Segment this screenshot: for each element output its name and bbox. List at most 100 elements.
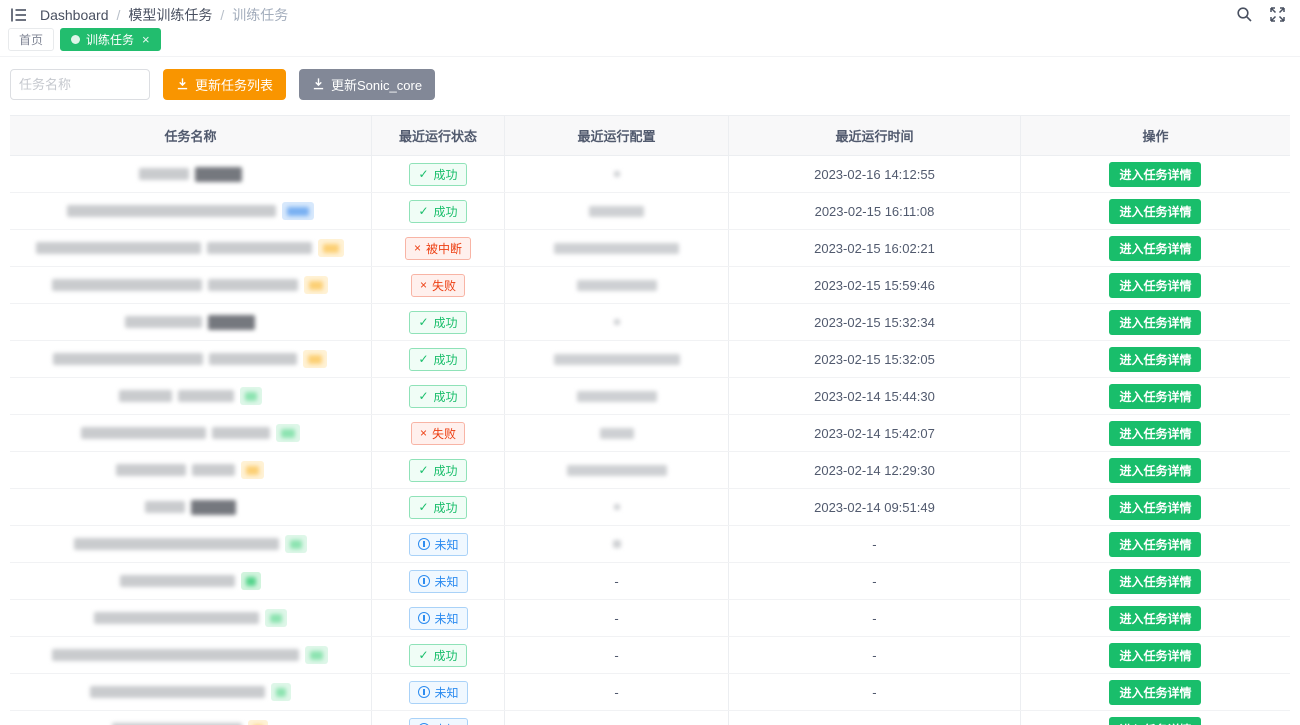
task-name-cell bbox=[10, 526, 371, 562]
task-name-cell bbox=[10, 156, 371, 192]
action-cell: 进入任务详情 bbox=[1020, 674, 1290, 710]
column-header-actions: 操作 bbox=[1020, 116, 1290, 155]
masked-task-name bbox=[52, 279, 202, 291]
tags-bar: 首页 训练任务 × bbox=[0, 27, 1300, 57]
breadcrumb-item-model-training[interactable]: 模型训练任务 bbox=[128, 5, 212, 25]
masked-task-name bbox=[209, 353, 297, 365]
status-badge: ✓ 成功 bbox=[409, 163, 466, 186]
config-cell: - bbox=[504, 637, 728, 673]
table-row: ✓成功2023-02-14 15:44:30进入任务详情 bbox=[10, 378, 1290, 415]
action-cell: 进入任务详情 bbox=[1020, 267, 1290, 303]
masked-config bbox=[567, 465, 667, 476]
status-label: 成功 bbox=[434, 351, 458, 368]
status-cell: ✓ 成功 bbox=[371, 156, 504, 192]
time-cell: - bbox=[728, 711, 1020, 725]
table-row: 未知 - 进入任务详情 bbox=[10, 526, 1290, 563]
task-tag-green bbox=[265, 609, 287, 627]
enter-task-detail-button[interactable]: 进入任务详情 bbox=[1109, 421, 1201, 446]
task-tag-green bbox=[285, 535, 307, 553]
task-name-cell bbox=[10, 267, 371, 303]
enter-task-detail-button[interactable]: 进入任务详情 bbox=[1109, 717, 1201, 725]
enter-task-detail-button[interactable]: 进入任务详情 bbox=[1109, 310, 1201, 335]
table-row: ✓成功2023-02-14 09:51:49进入任务详情 bbox=[10, 489, 1290, 526]
time-cell: 2023-02-15 16:11:08 bbox=[728, 193, 1020, 229]
search-icon[interactable] bbox=[1236, 6, 1253, 23]
status-cell: 未知 bbox=[371, 711, 504, 725]
status-badge: ✓成功 bbox=[409, 385, 466, 408]
enter-task-detail-button[interactable]: 进入任务详情 bbox=[1109, 347, 1201, 372]
task-name-input[interactable] bbox=[10, 69, 150, 100]
info-circle-icon bbox=[418, 575, 430, 587]
menu-collapse-icon[interactable] bbox=[10, 7, 28, 23]
status-badge: 未知 bbox=[409, 570, 468, 593]
status-label: 成功 bbox=[434, 166, 458, 183]
check-icon: ✓ bbox=[418, 501, 428, 513]
update-task-list-button[interactable]: 更新任务列表 bbox=[163, 69, 286, 100]
status-cell: ✓成功 bbox=[371, 193, 504, 229]
enter-task-detail-button[interactable]: 进入任务详情 bbox=[1109, 643, 1201, 668]
masked-tag-text bbox=[281, 429, 295, 438]
enter-task-detail-button[interactable]: 进入任务详情 bbox=[1109, 236, 1201, 261]
info-circle-icon bbox=[418, 686, 430, 698]
check-icon: ✓ bbox=[418, 168, 428, 180]
task-tag-yellow bbox=[248, 720, 268, 725]
breadcrumb-item-training-tasks: 训练任务 bbox=[232, 5, 288, 25]
enter-task-detail-button[interactable]: 进入任务详情 bbox=[1109, 273, 1201, 298]
enter-task-detail-button[interactable]: 进入任务详情 bbox=[1109, 606, 1201, 631]
fullscreen-icon[interactable] bbox=[1269, 6, 1286, 23]
action-cell: 进入任务详情 bbox=[1020, 341, 1290, 377]
config-cell: - bbox=[504, 563, 728, 599]
masked-task-name bbox=[145, 501, 185, 513]
masked-config bbox=[589, 206, 644, 217]
task-tag-green bbox=[271, 683, 291, 701]
action-cell: 进入任务详情 bbox=[1020, 526, 1290, 562]
enter-task-detail-button[interactable]: 进入任务详情 bbox=[1109, 680, 1201, 705]
masked-config bbox=[577, 280, 657, 291]
info-circle-icon bbox=[418, 538, 430, 550]
column-header-task-name: 任务名称 bbox=[10, 116, 371, 155]
enter-task-detail-button[interactable]: 进入任务详情 bbox=[1109, 569, 1201, 594]
task-tag-green_bright bbox=[241, 572, 261, 590]
enter-task-detail-button[interactable]: 进入任务详情 bbox=[1109, 162, 1201, 187]
task-name-cell bbox=[10, 378, 371, 414]
time-cell: - bbox=[728, 674, 1020, 710]
task-tag-yellow bbox=[304, 276, 328, 294]
status-label: 失败 bbox=[432, 425, 456, 442]
table-row: ✓成功--进入任务详情 bbox=[10, 637, 1290, 674]
tab-label: 训练任务 bbox=[86, 31, 134, 48]
status-badge: ×失败 bbox=[411, 422, 465, 445]
info-circle-icon bbox=[418, 612, 430, 624]
time-cell: 2023-02-16 14:12:55 bbox=[728, 156, 1020, 192]
task-tag-green bbox=[276, 424, 300, 442]
status-label: 未知 bbox=[435, 684, 459, 701]
masked-task-name bbox=[208, 279, 298, 291]
masked-tag-text bbox=[246, 577, 256, 586]
enter-task-detail-button[interactable]: 进入任务详情 bbox=[1109, 384, 1201, 409]
enter-task-detail-button[interactable]: 进入任务详情 bbox=[1109, 199, 1201, 224]
tab-home[interactable]: 首页 bbox=[8, 28, 54, 51]
masked-task-name bbox=[191, 500, 236, 515]
update-sonic-core-button[interactable]: 更新Sonic_core bbox=[299, 69, 435, 100]
enter-task-detail-button[interactable]: 进入任务详情 bbox=[1109, 458, 1201, 483]
close-icon[interactable]: × bbox=[142, 33, 150, 46]
enter-task-detail-button[interactable]: 进入任务详情 bbox=[1109, 532, 1201, 557]
status-cell: ✓成功 bbox=[371, 637, 504, 673]
tasks-table: 任务名称 最近运行状态 最近运行配置 最近运行时间 操作 ✓成功2023-02-… bbox=[10, 115, 1290, 725]
time-cell: - bbox=[728, 526, 1020, 562]
task-name-cell bbox=[10, 415, 371, 451]
action-cell: 进入任务详情 bbox=[1020, 304, 1290, 340]
status-cell: ✓成功 bbox=[371, 378, 504, 414]
table-row: ×失败2023-02-15 15:59:46进入任务详情 bbox=[10, 267, 1290, 304]
time-cell: 2023-02-14 15:42:07 bbox=[728, 415, 1020, 451]
tab-training-tasks[interactable]: 训练任务 × bbox=[60, 28, 161, 51]
status-badge: ✓成功 bbox=[409, 200, 466, 223]
breadcrumb-item-dashboard[interactable]: Dashboard bbox=[40, 7, 109, 23]
status-badge: ×失败 bbox=[411, 274, 465, 297]
enter-task-detail-button[interactable]: 进入任务详情 bbox=[1109, 495, 1201, 520]
masked-task-name bbox=[192, 464, 235, 476]
config-cell bbox=[504, 230, 728, 266]
status-badge: 未知 bbox=[409, 533, 468, 556]
status-badge: 未知 bbox=[409, 718, 468, 725]
download-icon bbox=[176, 77, 189, 93]
check-icon: ✓ bbox=[418, 353, 428, 365]
